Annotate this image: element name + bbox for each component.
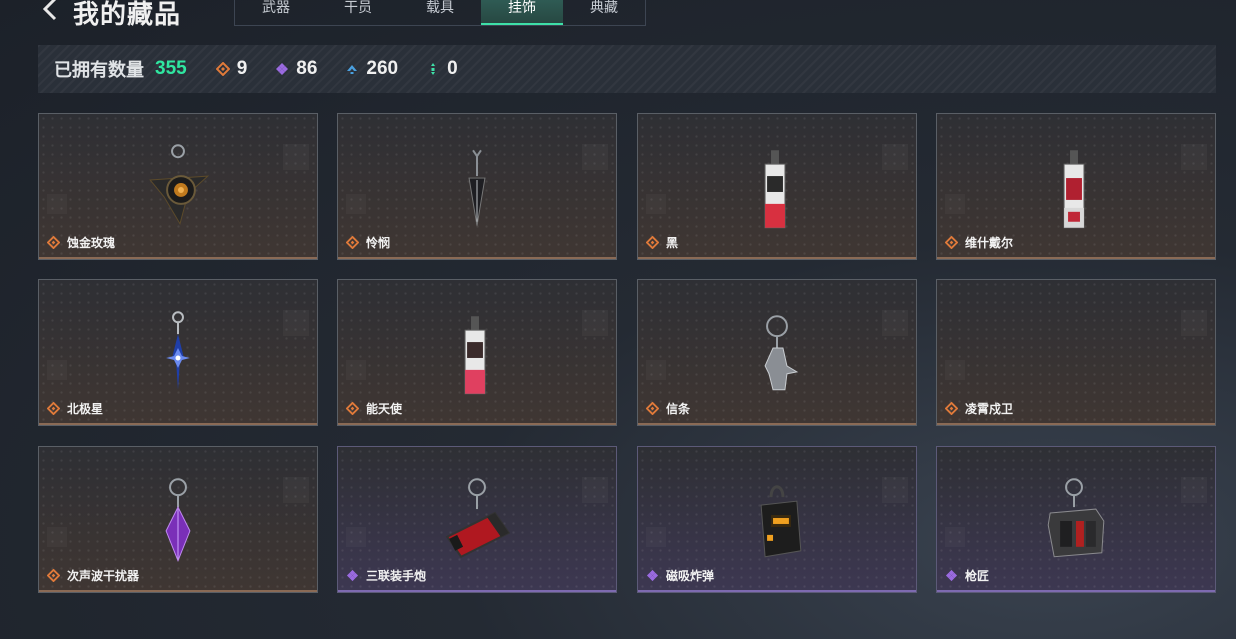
charm-label: 怜悯 (346, 234, 390, 251)
purple-diamond-icon (346, 569, 359, 582)
charm-card[interactable]: 黑 (637, 113, 917, 260)
charm-name: 北极星 (67, 402, 104, 416)
tab-collection[interactable]: 典藏 (563, 0, 645, 25)
rose-charm-icon (149, 144, 210, 226)
card-charm-icon (464, 316, 486, 395)
crystal-charm-icon (165, 478, 191, 563)
green-dots-icon (431, 63, 436, 75)
charm-card[interactable]: 能天使 (337, 279, 617, 426)
tab-charms[interactable]: 挂饰 (481, 0, 563, 25)
charm-card[interactable]: 三联装手炮 (337, 446, 617, 593)
owned-count-total: 355 (155, 58, 187, 79)
charm-name: 怜悯 (366, 236, 391, 250)
rarity-count-value: 0 (447, 58, 458, 79)
charm-grid: 蚀金玫瑰 怜悯 黑 维什戴尔 北极星 能天使 信条 凌霄戍卫 次声波干扰器 三联… (38, 113, 1216, 593)
star-charm-icon (166, 311, 190, 390)
charm-card[interactable]: 次声波干扰器 (38, 446, 318, 593)
purple-diamond-icon (646, 569, 659, 582)
card-charm-icon (1063, 150, 1085, 229)
rarity-count-green: 0 (426, 58, 458, 80)
charm-card[interactable]: 北极星 (38, 279, 318, 426)
charm-name: 磁吸炸弹 (666, 569, 715, 583)
charm-card[interactable]: 蚀金玫瑰 (38, 113, 318, 260)
charm-card[interactable]: 磁吸炸弹 (637, 446, 917, 593)
orange-diamond-icon (47, 236, 60, 249)
orange-diamond-icon (346, 236, 359, 249)
charm-label: 黑 (646, 234, 678, 251)
charm-label: 凌霄戍卫 (945, 400, 1013, 417)
rarity-count-value: 260 (366, 58, 399, 79)
charm-name: 枪匠 (965, 569, 990, 583)
header: 我的藏品 武器 干员 载具 挂饰 典藏 (0, 0, 1236, 30)
charm-label: 三联装手炮 (346, 567, 426, 584)
orange-diamond-icon (646, 402, 659, 415)
card-deco (1181, 310, 1207, 336)
orange-diamond-icon (47, 402, 60, 415)
card-deco (945, 360, 965, 380)
charm-name: 能天使 (366, 402, 403, 416)
rarity-count-value: 9 (236, 58, 248, 79)
tab-vehicles[interactable]: 载具 (399, 0, 481, 25)
rarity-count-value: 86 (296, 58, 318, 79)
charm-label: 能天使 (346, 400, 402, 417)
purple-diamond-icon (945, 569, 958, 582)
charm-label: 维什戴尔 (945, 234, 1013, 251)
charm-card[interactable]: 凌霄戍卫 (936, 279, 1216, 426)
charm-name: 维什戴尔 (965, 236, 1014, 250)
charm-label: 枪匠 (945, 567, 989, 584)
orange-diamond-icon (945, 402, 958, 415)
card-charm-icon (764, 150, 786, 229)
charm-name: 三联装手炮 (366, 569, 427, 583)
orange-diamond-icon (215, 62, 230, 76)
charm-label: 磁吸炸弹 (646, 567, 714, 584)
owned-count-label: 已拥有数量 (54, 60, 144, 80)
charm-label: 信条 (646, 400, 690, 417)
charm-label: 蚀金玫瑰 (47, 234, 115, 251)
tab-weapons[interactable]: 武器 (235, 0, 317, 25)
orange-diamond-icon (945, 236, 958, 249)
orange-diamond-icon (47, 569, 60, 582)
rarity-count-blue: 260 (345, 58, 398, 80)
charm-name: 凌霄戍卫 (965, 402, 1014, 416)
charm-card[interactable]: 怜悯 (337, 113, 617, 260)
charm-name: 黑 (666, 236, 679, 250)
blue-chevron-icon (347, 65, 358, 74)
bomb-charm-icon (760, 485, 802, 558)
cannon-charm-icon (445, 478, 511, 559)
charm-label: 北极星 (47, 400, 103, 417)
rarity-count-orange: 9 (215, 58, 248, 80)
toolbox-charm-icon (1047, 478, 1105, 558)
purple-diamond-icon (276, 63, 289, 75)
charm-name: 次声波干扰器 (67, 569, 140, 583)
charm-label: 次声波干扰器 (47, 567, 139, 584)
orange-diamond-icon (346, 402, 359, 415)
back-arrow-icon[interactable] (40, 0, 62, 22)
dagger-charm-icon (468, 149, 486, 226)
owned-count-bar: 已拥有数量 355 9 86 260 0 (38, 45, 1216, 93)
page-title: 我的藏品 (73, 0, 182, 29)
tab-operators[interactable]: 干员 (317, 0, 399, 25)
orange-diamond-icon (646, 236, 659, 249)
charm-card[interactable]: 信条 (637, 279, 917, 426)
charm-card[interactable]: 维什戴尔 (936, 113, 1216, 260)
rarity-count-purple: 86 (275, 58, 317, 80)
charm-name: 蚀金玫瑰 (67, 236, 116, 250)
charm-name: 信条 (666, 402, 691, 416)
charm-card[interactable]: 枪匠 (936, 446, 1216, 593)
tab-bar: 武器 干员 载具 挂饰 典藏 (234, 0, 646, 26)
statue-charm-icon (764, 315, 799, 391)
